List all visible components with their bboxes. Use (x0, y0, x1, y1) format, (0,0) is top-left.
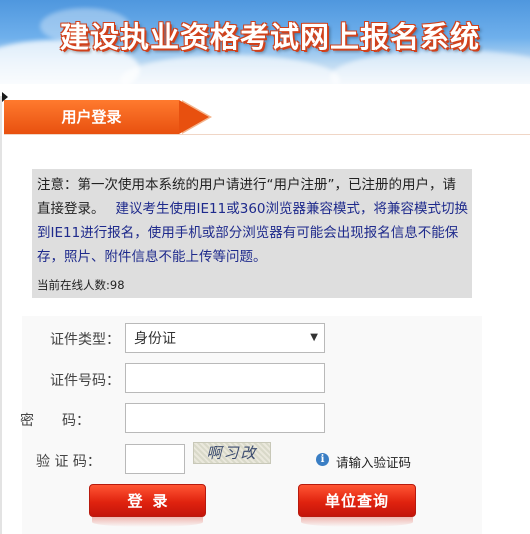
captcha-hint: 请输入验证码 (336, 455, 412, 470)
id-type-label: 证件类型： (50, 332, 120, 348)
info-icon: i (316, 453, 329, 466)
tab-label: 用户登录 (61, 108, 122, 126)
header-banner: 建设执业资格考试网上报名系统 (0, 0, 530, 84)
online-user-count: 当前在线人数:98 (37, 278, 125, 292)
captcha-image[interactable]: 啊习改 (193, 442, 271, 464)
system-title: 建设执业资格考试网上报名系统 (60, 20, 481, 54)
button-reflection (92, 517, 203, 527)
tab-divider (4, 134, 530, 135)
id-type-value: 身份证 (134, 331, 176, 347)
tab-arrow (179, 100, 209, 134)
panel-border (0, 96, 2, 534)
notice-text: 注意：第一次使用本系统的用户请进行“用户注册”，已注册的用户，请直接登录。 建议… (37, 173, 469, 269)
notice-box: 注意：第一次使用本系统的用户请进行“用户注册”，已注册的用户，请直接登录。 建议… (32, 169, 472, 298)
captcha-label: 验 证 码： (36, 454, 101, 470)
notice-browser-advice: 建议考生使用IE11或360浏览器兼容模式，将兼容模式切换到IE11进行报名，使… (37, 201, 469, 265)
login-button[interactable]: 登录 (89, 484, 206, 517)
chevron-down-icon: ▼ (310, 332, 318, 343)
password-input[interactable] (125, 403, 325, 433)
button-reflection (301, 517, 413, 527)
tab-user-login[interactable]: 用户登录 (4, 100, 212, 134)
id-number-label: 证件号码： (50, 373, 120, 389)
unit-query-button[interactable]: 单位查询 (298, 484, 416, 517)
id-type-select[interactable]: 身份证 ▼ (125, 323, 325, 353)
password-label: 密 码： (20, 413, 90, 429)
captcha-input[interactable] (125, 444, 185, 474)
cloud-decoration (120, 55, 340, 84)
id-number-input[interactable] (125, 363, 325, 393)
